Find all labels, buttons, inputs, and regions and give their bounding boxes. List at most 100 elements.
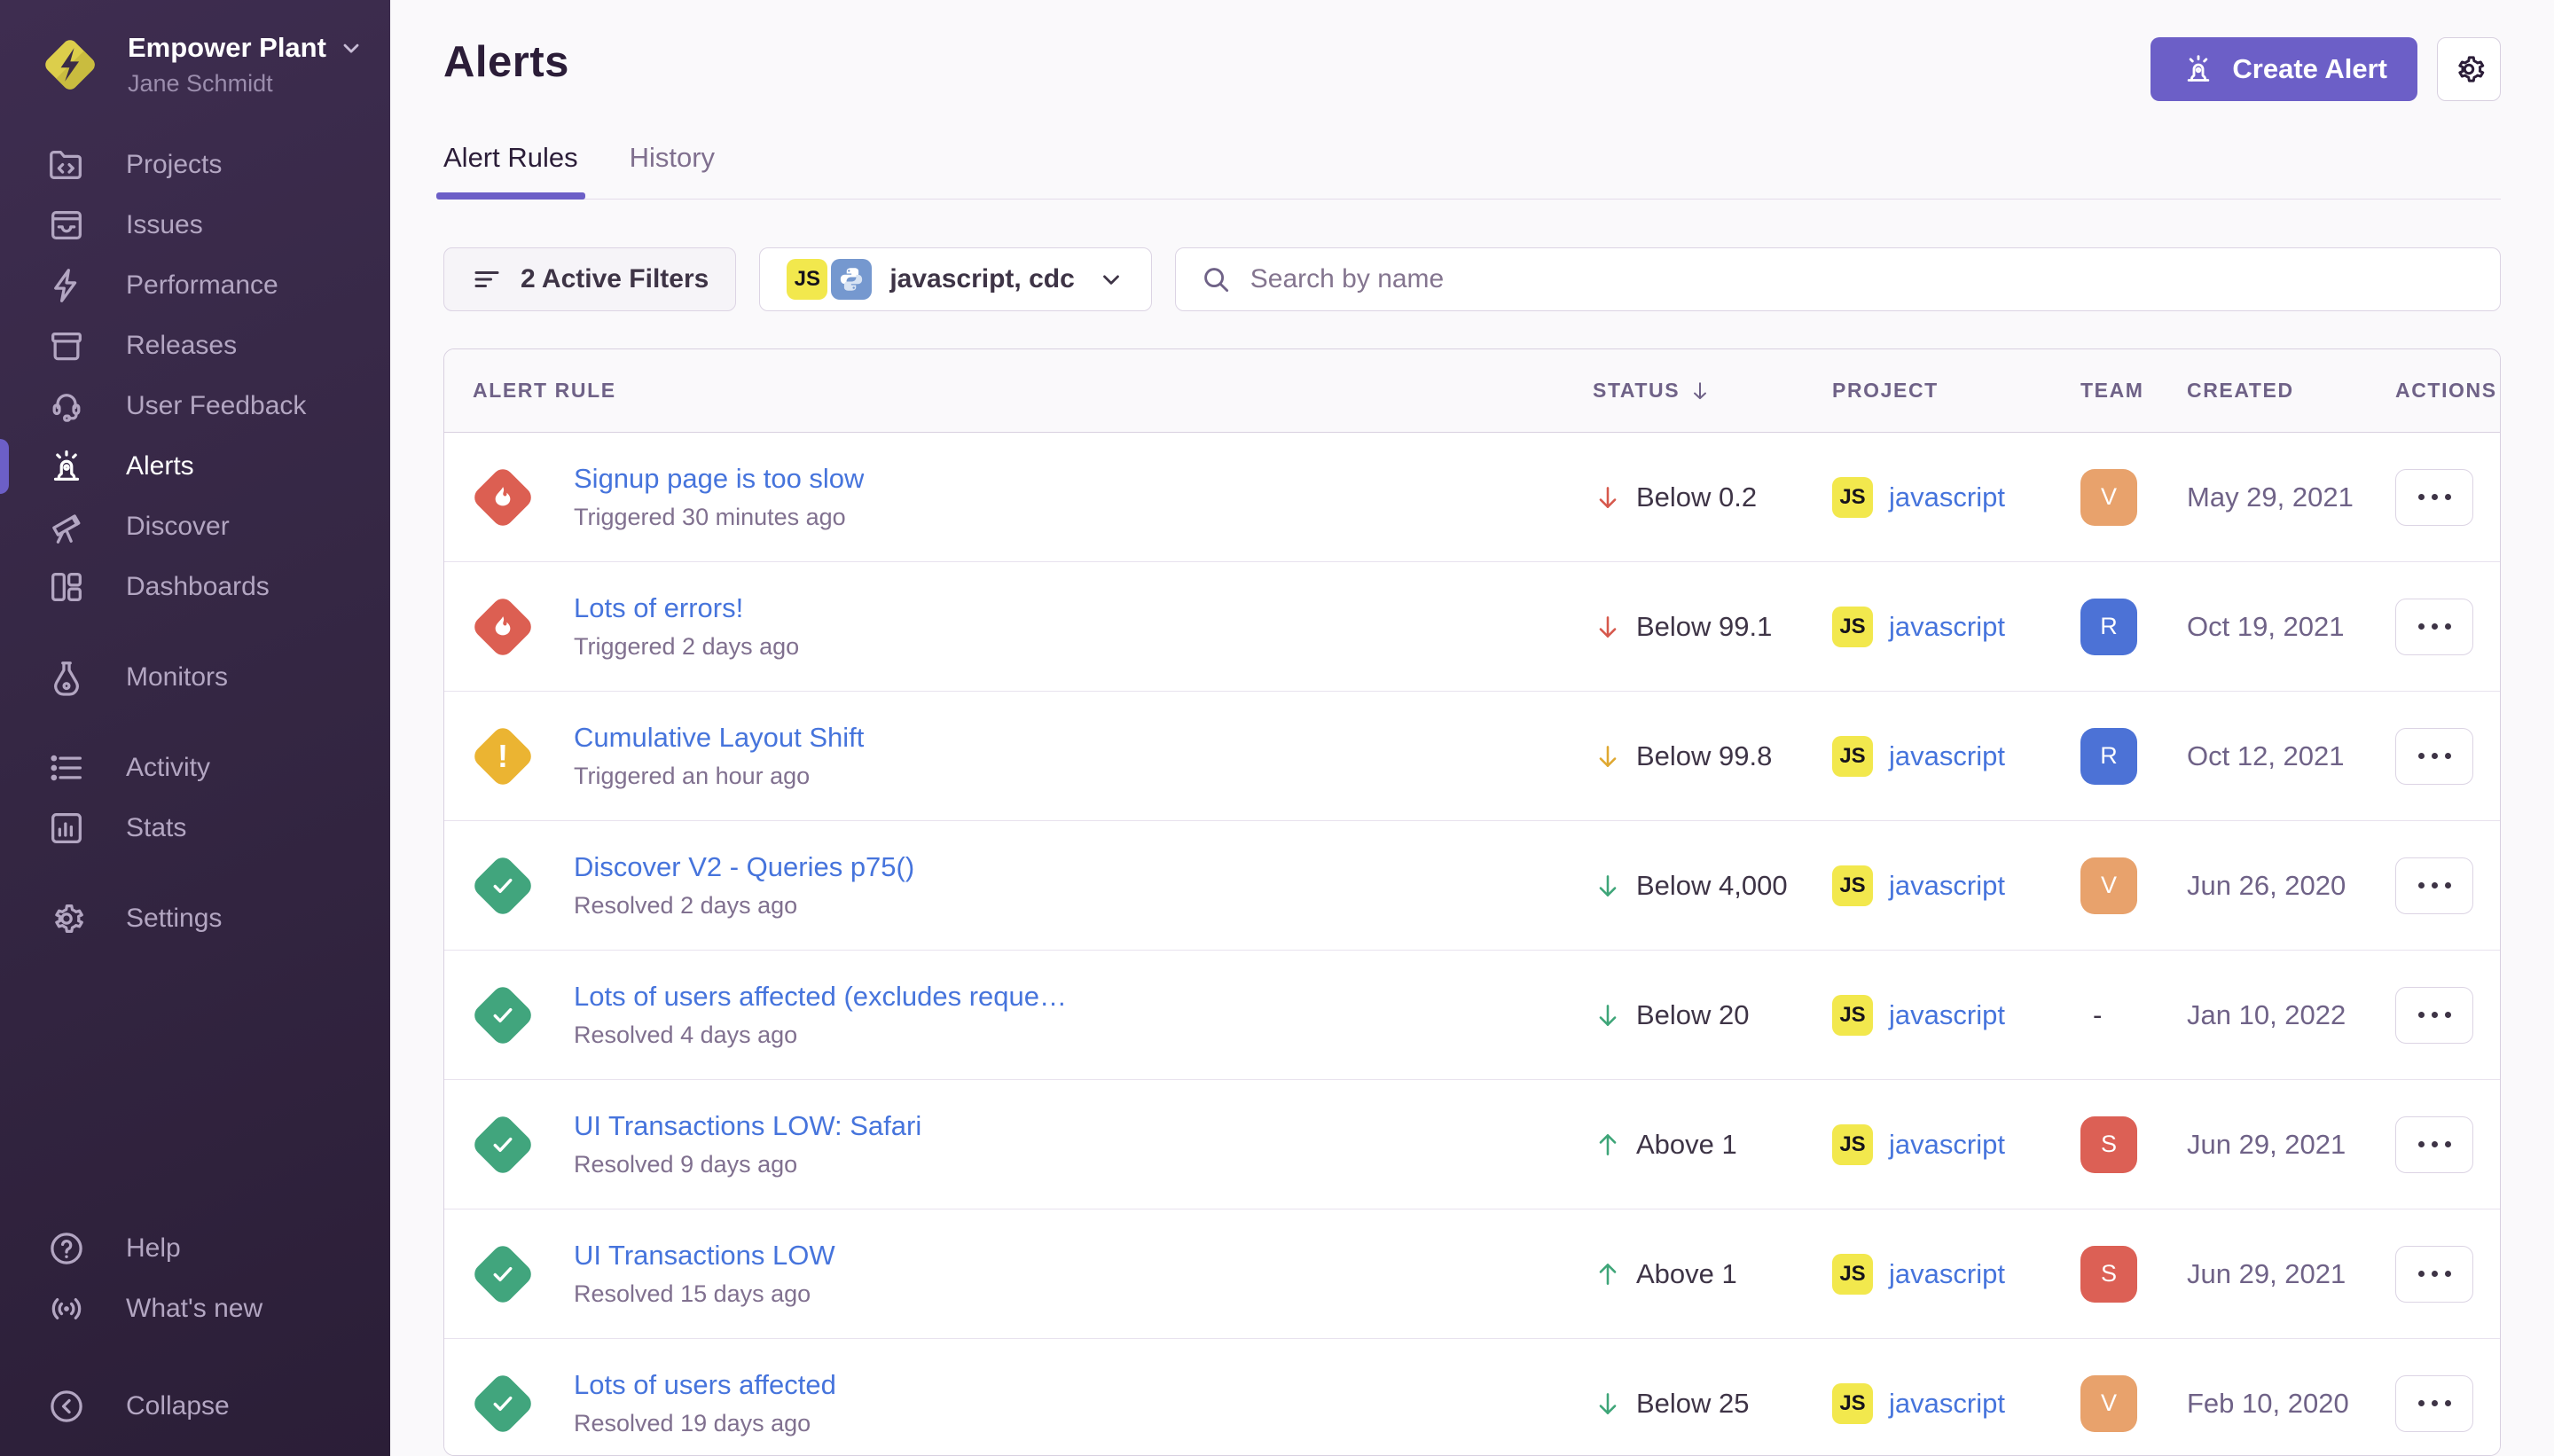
actions-cell <box>2395 857 2500 914</box>
project-selector[interactable]: JS javascript, cdc <box>759 247 1151 311</box>
chevron-down-icon <box>339 35 364 60</box>
arrow-down-icon <box>1593 612 1623 642</box>
column-header-status[interactable]: Status <box>1593 378 1832 404</box>
sidebar-item-user-feedback[interactable]: User Feedback <box>0 376 390 436</box>
sidebar-item-monitors[interactable]: Monitors <box>0 647 390 708</box>
team-avatar[interactable]: S <box>2080 1246 2137 1303</box>
alert-rule-link[interactable]: Discover V2 - Queries p75() <box>574 851 914 883</box>
column-header-alert-rule[interactable]: Alert Rule <box>444 379 1593 403</box>
sidebar-item-collapse[interactable]: Collapse <box>0 1376 390 1436</box>
user-feedback-icon <box>46 386 87 427</box>
sidebar-item-issues[interactable]: Issues <box>0 195 390 255</box>
alert-rule-subtitle: Resolved 4 days ago <box>574 1022 1067 1049</box>
team-cell: R <box>2080 728 2187 785</box>
javascript-platform-icon: JS <box>1832 477 1873 518</box>
row-actions-button[interactable] <box>2395 857 2473 914</box>
project-cell: JS javascript <box>1832 865 2080 906</box>
tab-alert-rules[interactable]: Alert Rules <box>443 142 578 199</box>
team-cell: V <box>2080 857 2187 914</box>
row-actions-button[interactable] <box>2395 1375 2473 1432</box>
alert-rule-link[interactable]: Lots of errors! <box>574 592 799 624</box>
table-header: Alert RuleStatusProjectTeamCreatedAction… <box>444 349 2500 433</box>
search-input[interactable] <box>1250 264 2477 294</box>
sidebar-item-settings[interactable]: Settings <box>0 888 390 949</box>
dashboards-icon <box>46 567 87 607</box>
table-body: Signup page is too slow Triggered 30 min… <box>444 433 2500 1456</box>
alert-rule-link[interactable]: UI Transactions LOW <box>574 1240 835 1272</box>
project-link[interactable]: javascript <box>1889 1129 2005 1161</box>
alert-rule-link[interactable]: UI Transactions LOW: Safari <box>574 1110 921 1142</box>
column-header-created[interactable]: Created <box>2187 379 2395 403</box>
team-avatar[interactable]: R <box>2080 599 2137 655</box>
team-avatar[interactable]: V <box>2080 469 2137 526</box>
alert-rule-link[interactable]: Lots of users affected <box>574 1369 836 1401</box>
org-switcher[interactable]: Empower Plant Jane Schmidt <box>0 0 390 122</box>
status-cell: Above 1 <box>1593 1129 1832 1161</box>
alert-settings-button[interactable] <box>2437 37 2501 101</box>
row-actions-button[interactable] <box>2395 1246 2473 1303</box>
project-link[interactable]: javascript <box>1889 870 2005 902</box>
row-actions-button[interactable] <box>2395 469 2473 526</box>
project-cell: JS javascript <box>1832 736 2080 777</box>
issues-icon <box>46 205 87 246</box>
row-actions-button[interactable] <box>2395 987 2473 1044</box>
alert-rule-cell: Lots of users affected Resolved 19 days … <box>444 1369 1593 1437</box>
alert-rule-row: ! Cumulative Layout Shift Triggered an h… <box>444 692 2500 821</box>
tab-history[interactable]: History <box>630 142 715 199</box>
sidebar-item-what-s-new[interactable]: What's new <box>0 1279 390 1339</box>
column-header-team[interactable]: Team <box>2080 379 2187 403</box>
row-actions-button[interactable] <box>2395 728 2473 785</box>
alert-rule-link[interactable]: Cumulative Layout Shift <box>574 722 864 754</box>
project-link[interactable]: javascript <box>1889 1258 2005 1290</box>
team-cell: V <box>2080 1375 2187 1432</box>
project-link[interactable]: javascript <box>1889 611 2005 643</box>
project-link[interactable]: javascript <box>1889 481 2005 513</box>
sidebar-item-label: Issues <box>126 210 203 240</box>
alert-rules-table: Alert RuleStatusProjectTeamCreatedAction… <box>443 348 2501 1456</box>
project-link[interactable]: javascript <box>1889 1388 2005 1420</box>
column-header-actions[interactable]: Actions <box>2395 379 2500 403</box>
actions-cell <box>2395 1116 2500 1173</box>
team-avatar[interactable]: R <box>2080 728 2137 785</box>
column-header-project[interactable]: Project <box>1832 379 2080 403</box>
sidebar: Empower Plant Jane Schmidt Projects Issue… <box>0 0 390 1456</box>
sidebar-item-dashboards[interactable]: Dashboards <box>0 557 390 617</box>
alert-rule-subtitle: Resolved 15 days ago <box>574 1280 835 1308</box>
sidebar-item-label: Settings <box>126 904 222 934</box>
status-threshold: Below 4,000 <box>1636 870 1788 902</box>
project-link[interactable]: javascript <box>1889 999 2005 1031</box>
gear-icon <box>2450 51 2487 88</box>
settings-icon <box>46 898 87 939</box>
team-avatar[interactable]: S <box>2080 1116 2137 1173</box>
alert-rule-row: UI Transactions LOW: Safari Resolved 9 d… <box>444 1080 2500 1209</box>
sidebar-group-2: Monitors <box>0 647 390 708</box>
actions-cell <box>2395 728 2500 785</box>
active-filters-button[interactable]: 2 Active Filters <box>443 247 736 311</box>
alert-rule-row: Lots of errors! Triggered 2 days ago Bel… <box>444 562 2500 692</box>
row-actions-button[interactable] <box>2395 599 2473 655</box>
sidebar-item-performance[interactable]: Performance <box>0 255 390 316</box>
sidebar-collapse: Collapse <box>0 1376 390 1436</box>
sidebar-item-discover[interactable]: Discover <box>0 497 390 557</box>
python-platform-icon <box>831 259 872 300</box>
row-actions-button[interactable] <box>2395 1116 2473 1173</box>
create-alert-button[interactable]: Create Alert <box>2151 37 2417 101</box>
alert-rule-subtitle: Triggered 30 minutes ago <box>574 504 864 531</box>
project-cell: JS javascript <box>1832 995 2080 1036</box>
sidebar-item-releases[interactable]: Releases <box>0 316 390 376</box>
project-link[interactable]: javascript <box>1889 740 2005 772</box>
search-field[interactable] <box>1175 247 2501 311</box>
javascript-platform-icon: JS <box>1832 1124 1873 1165</box>
sidebar-group-1: Projects Issues Performance ReleasesUser Fe… <box>0 135 390 617</box>
alert-rule-link[interactable]: Signup page is too slow <box>574 463 864 495</box>
alert-rule-link[interactable]: Lots of users affected (excludes reque… <box>574 981 1067 1013</box>
team-avatar[interactable]: V <box>2080 857 2137 914</box>
team-avatar[interactable]: V <box>2080 1375 2137 1432</box>
sidebar-item-projects[interactable]: Projects <box>0 135 390 195</box>
sidebar-item-help[interactable]: Help <box>0 1218 390 1279</box>
sidebar-item-label: Performance <box>126 270 278 301</box>
sidebar-item-stats[interactable]: Stats <box>0 798 390 858</box>
sidebar-item-alerts[interactable]: Alerts <box>0 436 390 497</box>
arrow-down-icon <box>1593 482 1623 513</box>
sidebar-item-activity[interactable]: Activity <box>0 738 390 798</box>
